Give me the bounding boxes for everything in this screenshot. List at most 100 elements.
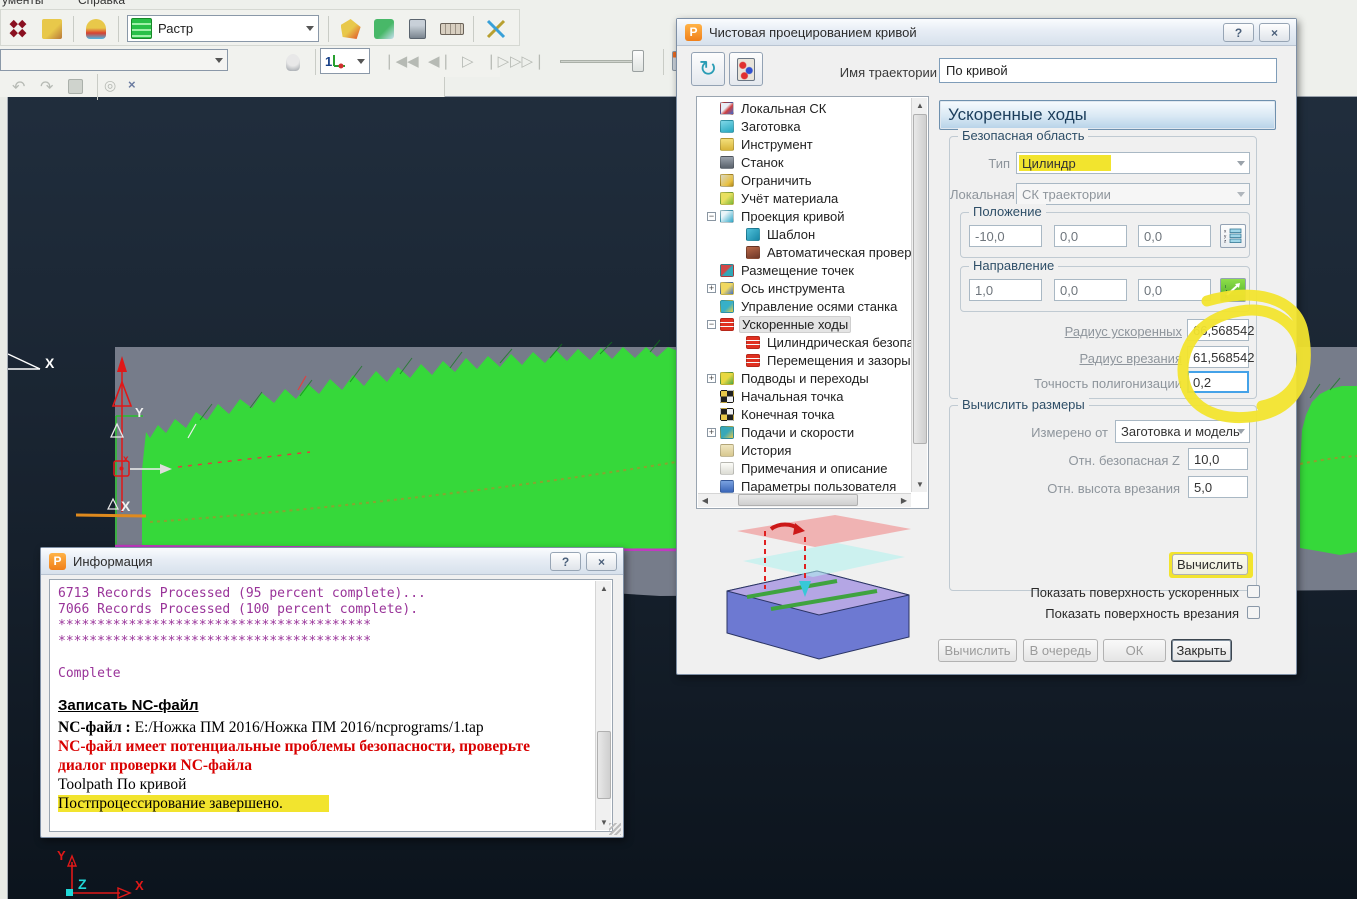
- tree-hscrollbar-thumb[interactable]: [738, 494, 858, 506]
- rapid-radius-input[interactable]: 66,568542: [1187, 319, 1254, 341]
- tree-item-9[interactable]: Размещение точек: [697, 261, 911, 279]
- footer-button-1[interactable]: В очередь: [1023, 639, 1098, 662]
- tree-item-2[interactable]: Инструмент: [697, 135, 911, 153]
- playback-last-button[interactable]: ▷▷❘: [510, 52, 546, 70]
- rapid-radius-link[interactable]: Радиус ускоренных: [1010, 324, 1182, 339]
- plunge-z-input[interactable]: 5,0: [1188, 476, 1248, 498]
- pattern-points-icon[interactable]: ◆◆ ◆◆: [3, 14, 33, 44]
- toolpath-select-combo[interactable]: [0, 49, 228, 71]
- menu-item-tools[interactable]: ументы: [2, 0, 44, 7]
- tree-item-13[interactable]: Цилиндрическая безопасная: [697, 333, 911, 351]
- tree-hscrollbar[interactable]: ◀ ▶: [698, 493, 911, 507]
- scroll-right-icon[interactable]: ▶: [897, 494, 911, 507]
- tolerance-input[interactable]: 0,2: [1187, 371, 1249, 393]
- calculator-icon[interactable]: [403, 14, 433, 44]
- tree-item-8[interactable]: Автоматическая проверка: [697, 243, 911, 261]
- calculate-dimensions-button[interactable]: Вычислить: [1172, 554, 1248, 575]
- direction-ijk-button[interactable]: IJK: [1220, 278, 1246, 302]
- redo-icon[interactable]: ↷: [40, 77, 53, 97]
- save-icon[interactable]: [68, 79, 83, 97]
- direction-value-1[interactable]: 0,0: [1054, 279, 1127, 301]
- position-value-1[interactable]: 0,0: [1054, 225, 1127, 247]
- info-close-button[interactable]: ×: [586, 552, 617, 571]
- tree-item-20[interactable]: Примечания и описание: [697, 459, 911, 477]
- scale-transform-icon[interactable]: [481, 14, 511, 44]
- trajectory-name-input[interactable]: По кривой: [939, 58, 1277, 83]
- tree-item-16[interactable]: Начальная точка: [697, 387, 911, 405]
- tree-item-21[interactable]: Параметры пользователя: [697, 477, 911, 493]
- stop-icon[interactable]: ◎: [104, 77, 116, 94]
- tree-item-10[interactable]: + Ось инструмента: [697, 279, 911, 297]
- safe-z-input[interactable]: 10,0: [1188, 448, 1248, 470]
- strategy-combo[interactable]: Растр: [127, 15, 319, 42]
- menu-item-help[interactable]: Справка: [78, 0, 125, 7]
- tree-item-19[interactable]: История: [697, 441, 911, 459]
- info-log-area[interactable]: 6713 Records Processed (95 percent compl…: [49, 579, 613, 832]
- tree-item-4[interactable]: Ограничить: [697, 171, 911, 189]
- position-value-2[interactable]: 0,0: [1138, 225, 1211, 247]
- undo-icon[interactable]: ↶: [12, 77, 25, 97]
- close-toolbar3-icon[interactable]: ×: [128, 77, 136, 92]
- expander-plus-icon[interactable]: +: [707, 373, 716, 383]
- dialog-help-button[interactable]: ?: [1223, 23, 1254, 42]
- tree-item-17[interactable]: Конечная точка: [697, 405, 911, 423]
- direction-value-0[interactable]: 1,0: [969, 279, 1042, 301]
- playback-slider-track[interactable]: [560, 60, 635, 63]
- tool-contact-icon[interactable]: [81, 14, 111, 44]
- tree-vscrollbar[interactable]: ▲ ▼: [911, 98, 927, 492]
- ruler-icon[interactable]: [437, 14, 467, 44]
- playback-play-button[interactable]: ▷: [462, 52, 474, 70]
- show-plunge-surface-checkbox[interactable]: [1247, 606, 1260, 619]
- strategy-preview-button[interactable]: [729, 52, 763, 86]
- expander-plus-icon[interactable]: +: [707, 427, 716, 437]
- tree-item-12[interactable]: − Ускоренные ходы: [697, 315, 911, 333]
- footer-button-3[interactable]: Закрыть: [1171, 639, 1232, 662]
- playback-prev-button[interactable]: ◀❘: [428, 52, 452, 70]
- plunge-radius-link[interactable]: Радиус врезания: [1010, 351, 1182, 366]
- position-xyz-button[interactable]: xyz: [1220, 224, 1246, 248]
- resize-grip[interactable]: [609, 823, 621, 835]
- info-dialog-titlebar[interactable]: P Информация ? ×: [41, 548, 623, 575]
- playback-first-button[interactable]: ❘◀◀: [383, 52, 419, 70]
- playback-step-button[interactable]: ❘▷: [485, 52, 509, 70]
- expander-plus-icon[interactable]: +: [707, 283, 716, 293]
- lightbulb-icon[interactable]: [278, 47, 308, 77]
- info-help-button[interactable]: ?: [550, 552, 581, 571]
- direction-value-2[interactable]: 0,0: [1138, 279, 1211, 301]
- tree-item-18[interactable]: + Подачи и скорости: [697, 423, 911, 441]
- tree-item-6[interactable]: − Проекция кривой: [697, 207, 911, 225]
- lcs-combo[interactable]: СК траектории: [1016, 183, 1250, 205]
- tree-item-3[interactable]: Станок: [697, 153, 911, 171]
- scroll-left-icon[interactable]: ◀: [698, 494, 712, 507]
- tree-vscrollbar-thumb[interactable]: [913, 114, 927, 444]
- reuse-strategy-button[interactable]: ↻: [691, 52, 725, 86]
- tree-item-0[interactable]: Локальная СК: [697, 99, 911, 117]
- level-combo[interactable]: 1: [320, 48, 370, 74]
- expander-minus-icon[interactable]: −: [707, 319, 716, 329]
- playback-slider-thumb[interactable]: [632, 50, 644, 72]
- info-scrollbar[interactable]: ▲ ▼: [595, 581, 611, 830]
- scroll-up-icon[interactable]: ▲: [913, 98, 927, 113]
- collision-check-icon[interactable]: [336, 14, 366, 44]
- scroll-up-icon[interactable]: ▲: [597, 581, 611, 596]
- scroll-down-icon[interactable]: ▼: [913, 477, 927, 492]
- safe-area-type-combo[interactable]: Цилиндр: [1016, 152, 1250, 174]
- footer-button-2[interactable]: ОК: [1103, 639, 1166, 662]
- tree-item-5[interactable]: Учёт материала: [697, 189, 911, 207]
- tree-item-7[interactable]: Шаблон: [697, 225, 911, 243]
- plunge-radius-input[interactable]: 61,568542: [1187, 346, 1254, 368]
- measured-from-combo[interactable]: Заготовка и модель: [1115, 420, 1250, 443]
- tool-database-icon[interactable]: [37, 14, 67, 44]
- strategy-dialog-titlebar[interactable]: P Чистовая проецированием кривой ? ×: [677, 19, 1296, 46]
- tree-item-11[interactable]: Управление осями станка: [697, 297, 911, 315]
- expander-minus-icon[interactable]: −: [707, 211, 716, 221]
- verify-toolpath-icon[interactable]: [369, 14, 399, 44]
- dialog-close-button[interactable]: ×: [1259, 23, 1290, 42]
- info-scrollbar-thumb[interactable]: [597, 731, 611, 799]
- show-rapid-surface-checkbox[interactable]: [1247, 585, 1260, 598]
- position-value-0[interactable]: -10,0: [969, 225, 1042, 247]
- tree-item-14[interactable]: Перемещения и зазоры: [697, 351, 911, 369]
- footer-button-0[interactable]: Вычислить: [938, 639, 1017, 662]
- tree-item-1[interactable]: Заготовка: [697, 117, 911, 135]
- tree-item-15[interactable]: + Подводы и переходы: [697, 369, 911, 387]
